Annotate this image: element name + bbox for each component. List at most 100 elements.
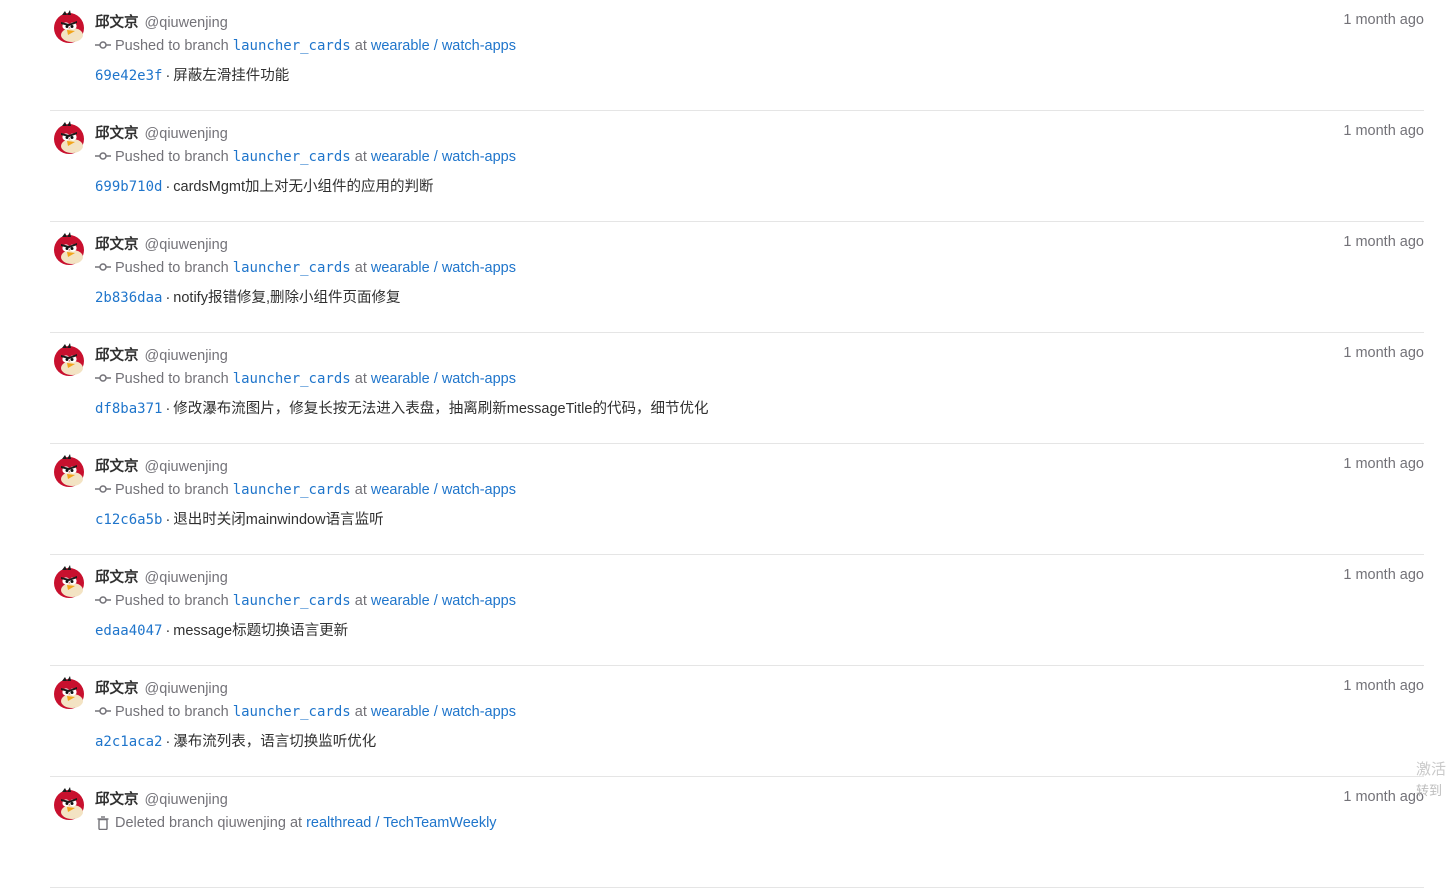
commit-separator: · xyxy=(165,623,171,639)
path-separator: / xyxy=(433,38,438,54)
event-time: 1 month ago xyxy=(1343,456,1424,472)
project-link[interactable]: watch-apps xyxy=(442,149,516,165)
branch-link[interactable]: launcher_cards xyxy=(233,704,351,720)
commit-line: c12c6a5b · 退出时关闭mainwindow语言监听 xyxy=(95,508,384,529)
action-text: Pushed to branch xyxy=(115,260,229,276)
namespace-link[interactable]: wearable xyxy=(371,593,430,609)
project-link[interactable]: watch-apps xyxy=(442,704,516,720)
branch-link[interactable]: launcher_cards xyxy=(233,593,351,609)
commit-sha-link[interactable]: a2c1aca2 xyxy=(95,734,162,750)
author-name-link[interactable]: 邱文京 xyxy=(95,15,139,31)
event-action: Pushed to branch launcher_cards at weara… xyxy=(95,149,516,165)
namespace-link[interactable]: wearable xyxy=(371,38,430,54)
branch-link[interactable]: launcher_cards xyxy=(233,371,351,387)
project-link[interactable]: watch-apps xyxy=(442,38,516,54)
event-action: Pushed to branch launcher_cards at weara… xyxy=(95,38,516,54)
watermark-line-1: 激活 xyxy=(1416,761,1446,778)
path-separator: / xyxy=(433,704,438,720)
avatar[interactable] xyxy=(52,10,86,44)
event-action: Pushed to branch launcher_cards at weara… xyxy=(95,593,516,609)
commit-separator: · xyxy=(165,401,171,417)
commit-sha-link[interactable]: c12c6a5b xyxy=(95,512,162,528)
project-link[interactable]: watch-apps xyxy=(442,371,516,387)
namespace-link[interactable]: wearable xyxy=(371,371,430,387)
author-handle: @qiuwenjing xyxy=(144,237,228,253)
author-name-link[interactable]: 邱文京 xyxy=(95,126,139,142)
commit-separator: · xyxy=(165,512,171,528)
commit-icon xyxy=(95,594,111,606)
namespace-link[interactable]: wearable xyxy=(371,704,430,720)
event-action: Pushed to branch launcher_cards at weara… xyxy=(95,704,516,720)
project-link[interactable]: watch-apps xyxy=(442,482,516,498)
commit-icon xyxy=(95,39,111,51)
author-name-link[interactable]: 邱文京 xyxy=(95,237,139,253)
branch-link[interactable]: launcher_cards xyxy=(233,260,351,276)
event-action: Pushed to branch launcher_cards at weara… xyxy=(95,371,516,387)
author-name-link[interactable]: 邱文京 xyxy=(95,348,139,364)
commit-sha-link[interactable]: 699b710d xyxy=(95,179,162,195)
avatar[interactable] xyxy=(52,454,86,488)
path-separator: / xyxy=(433,260,438,276)
project-link[interactable]: TechTeamWeekly xyxy=(383,815,496,831)
avatar[interactable] xyxy=(52,232,86,266)
commit-icon xyxy=(95,261,111,273)
event-row: 邱文京 @qiuwenjing 1 month ago Pushed to bran… xyxy=(50,444,1424,555)
event-author: 邱文京 @qiuwenjing xyxy=(95,788,228,809)
event-row: 邱文京 @qiuwenjing 1 month ago Deleted branch… xyxy=(50,777,1424,888)
commit-line: 69e42e3f · 屏蔽左滑挂件功能 xyxy=(95,64,289,85)
commit-sha-link[interactable]: edaa4047 xyxy=(95,623,162,639)
event-action: Deleted branch qiuwenjing at realthread … xyxy=(95,815,497,831)
author-name-link[interactable]: 邱文京 xyxy=(95,792,139,808)
path-separator: / xyxy=(433,593,438,609)
action-text: Pushed to branch xyxy=(115,149,229,165)
trash-icon xyxy=(95,816,111,830)
namespace-link[interactable]: wearable xyxy=(371,482,430,498)
commit-line: df8ba371 · 修改瀑布流图片，修复长按无法进入表盘，抽离刷新messageT… xyxy=(95,397,708,418)
commit-sha-link[interactable]: 69e42e3f xyxy=(95,68,162,84)
avatar[interactable] xyxy=(52,343,86,377)
avatar[interactable] xyxy=(52,565,86,599)
commit-title: 退出时关闭mainwindow语言监听 xyxy=(173,512,384,528)
event-row: 邱文京 @qiuwenjing 1 month ago Pushed to bran… xyxy=(50,333,1424,444)
author-handle: @qiuwenjing xyxy=(144,792,228,808)
path-separator: / xyxy=(375,815,380,831)
branch-link[interactable]: launcher_cards xyxy=(233,38,351,54)
event-author: 邱文京 @qiuwenjing xyxy=(95,233,228,254)
avatar[interactable] xyxy=(52,676,86,710)
project-link[interactable]: watch-apps xyxy=(442,593,516,609)
author-handle: @qiuwenjing xyxy=(144,681,228,697)
avatar[interactable] xyxy=(52,787,86,821)
event-row: 邱文京 @qiuwenjing 1 month ago Pushed to bran… xyxy=(50,0,1424,111)
commit-separator: · xyxy=(165,734,171,750)
event-row: 邱文京 @qiuwenjing 1 month ago Pushed to bran… xyxy=(50,555,1424,666)
event-time: 1 month ago xyxy=(1343,234,1424,250)
branch-link[interactable]: launcher_cards xyxy=(233,482,351,498)
commit-title: notify报错修复,删除小组件页面修复 xyxy=(173,290,401,306)
action-text: Pushed to branch xyxy=(115,593,229,609)
event-author: 邱文京 @qiuwenjing xyxy=(95,122,228,143)
commit-separator: · xyxy=(165,290,171,306)
namespace-link[interactable]: wearable xyxy=(371,149,430,165)
project-link[interactable]: watch-apps xyxy=(442,260,516,276)
event-author: 邱文京 @qiuwenjing xyxy=(95,566,228,587)
at-text: at xyxy=(354,38,367,54)
event-author: 邱文京 @qiuwenjing xyxy=(95,11,228,32)
namespace-link[interactable]: wearable xyxy=(371,260,430,276)
at-text: at xyxy=(289,815,303,831)
at-text: at xyxy=(354,371,367,387)
avatar[interactable] xyxy=(52,121,86,155)
event-row: 邱文京 @qiuwenjing 1 month ago Pushed to bran… xyxy=(50,666,1424,777)
commit-sha-link[interactable]: 2b836daa xyxy=(95,290,162,306)
author-name-link[interactable]: 邱文京 xyxy=(95,570,139,586)
commit-separator: · xyxy=(165,68,171,84)
commit-icon xyxy=(95,372,111,384)
author-name-link[interactable]: 邱文京 xyxy=(95,681,139,697)
branch-link[interactable]: launcher_cards xyxy=(233,149,351,165)
namespace-link[interactable]: realthread xyxy=(306,815,371,831)
event-time: 1 month ago xyxy=(1343,12,1424,28)
author-name-link[interactable]: 邱文京 xyxy=(95,459,139,475)
event-author: 邱文京 @qiuwenjing xyxy=(95,344,228,365)
commit-sha-link[interactable]: df8ba371 xyxy=(95,401,162,417)
commit-line: edaa4047 · message标题切换语言更新 xyxy=(95,619,348,640)
commit-icon xyxy=(95,150,111,162)
